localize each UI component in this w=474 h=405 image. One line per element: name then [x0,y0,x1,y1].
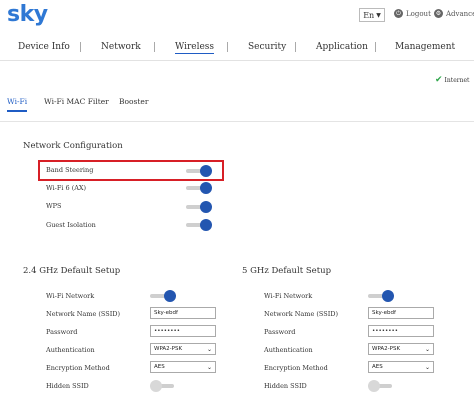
chevron-down-icon: ⌄ [424,345,430,353]
nav-divider [375,42,376,52]
language-select[interactable]: En ▼ [359,8,385,22]
ghz24-title: 2.4 GHz Default Setup [23,266,121,276]
nav-divider [154,42,155,52]
sky-logo[interactable]: sky [7,2,48,27]
ghz5-password-label: Password [264,328,296,336]
advanced-label: Advanced [446,9,474,18]
guest-isolation-toggle[interactable] [186,219,212,231]
nav-divider [295,42,296,52]
wifi6-label: Wi-Fi 6 (AX) [46,184,87,192]
ghz24-encryption-label: Encryption Method [46,364,110,372]
ghz24-wifi-network-toggle[interactable] [150,290,176,302]
wps-label: WPS [46,202,62,210]
ghz5-ssid-input[interactable]: Sky-ebdf [368,307,434,319]
ghz24-hidden-ssid-toggle[interactable] [150,380,176,392]
language-value: En [363,10,375,20]
ghz5-wifi-network-toggle[interactable] [368,290,394,302]
chevron-down-icon: ⌄ [206,345,212,353]
ghz24-ssid-label: Network Name (SSID) [46,310,121,318]
nav-application[interactable]: Application [316,42,368,52]
ghz24-encryption-value: AES [154,364,165,370]
logout-link[interactable]: ⏻ Logout [394,9,431,18]
ghz24-auth-value: WPA2-PSK [154,346,183,352]
chevron-down-icon: ⌄ [424,363,430,371]
gear-icon: ⚙ [434,9,443,18]
ghz24-wifi-network-label: Wi-Fi Network [46,292,95,300]
ghz5-encryption-label: Encryption Method [264,364,328,372]
nav-management[interactable]: Management [395,42,455,52]
ghz5-password-input[interactable]: •••••••• [368,325,434,337]
ghz5-auth-select[interactable]: WPA2-PSK ⌄ [368,343,434,355]
ghz5-ssid-label: Network Name (SSID) [264,310,339,318]
ghz5-hidden-ssid-label: Hidden SSID [264,382,307,390]
ghz5-hidden-ssid-toggle[interactable] [368,380,394,392]
nav-network[interactable]: Network [101,42,141,52]
wifi6-toggle[interactable] [186,182,212,194]
power-icon: ⏻ [394,9,403,18]
subtab-wifi[interactable]: Wi-Fi [7,97,28,112]
ghz24-encryption-select[interactable]: AES ⌄ [150,361,216,373]
ghz5-auth-label: Authentication [264,346,313,354]
nav-divider [227,42,228,52]
ghz24-ssid-input[interactable]: Sky-ebdf [150,307,216,319]
logout-label: Logout [406,9,431,18]
ghz24-password-label: Password [46,328,78,336]
header: sky En ▼ ⏻ Logout ⚙ Advanced [0,0,474,32]
guest-isolation-label: Guest Isolation [46,221,96,229]
ghz24-auth-label: Authentication [46,346,95,354]
network-config-title: Network Configuration [23,141,123,151]
advanced-link[interactable]: ⚙ Advanced [434,9,474,18]
main-nav: Device Info Network Wireless Security Ap… [0,37,474,61]
nav-divider [80,42,81,52]
chevron-down-icon: ▼ [376,11,381,19]
subtab-booster[interactable]: Booster [119,97,148,106]
wps-toggle[interactable] [186,201,212,213]
ghz24-hidden-ssid-label: Hidden SSID [46,382,89,390]
nav-wireless[interactable]: Wireless [175,42,215,54]
internet-status-label: Internet [444,76,470,84]
ghz5-encryption-value: AES [372,364,383,370]
ghz5-wifi-network-label: Wi-Fi Network [264,292,313,300]
band-steering-label: Band Steering [46,166,94,174]
ghz5-auth-value: WPA2-PSK [372,346,401,352]
band-steering-toggle[interactable] [186,165,212,177]
wireless-subtabs: Wi-Fi Wi-Fi MAC Filter Booster [0,94,474,122]
nav-security[interactable]: Security [248,42,286,52]
chevron-down-icon: ⌄ [206,363,212,371]
ghz5-title: 5 GHz Default Setup [242,266,332,276]
subtab-wifi-mac-filter[interactable]: Wi-Fi MAC Filter [44,97,109,106]
ghz24-auth-select[interactable]: WPA2-PSK ⌄ [150,343,216,355]
ghz5-encryption-select[interactable]: AES ⌄ [368,361,434,373]
internet-status: ✔ Internet [435,75,469,85]
nav-device-info[interactable]: Device Info [18,42,70,52]
check-icon: ✔ [435,75,443,85]
ghz24-password-input[interactable]: •••••••• [150,325,216,337]
